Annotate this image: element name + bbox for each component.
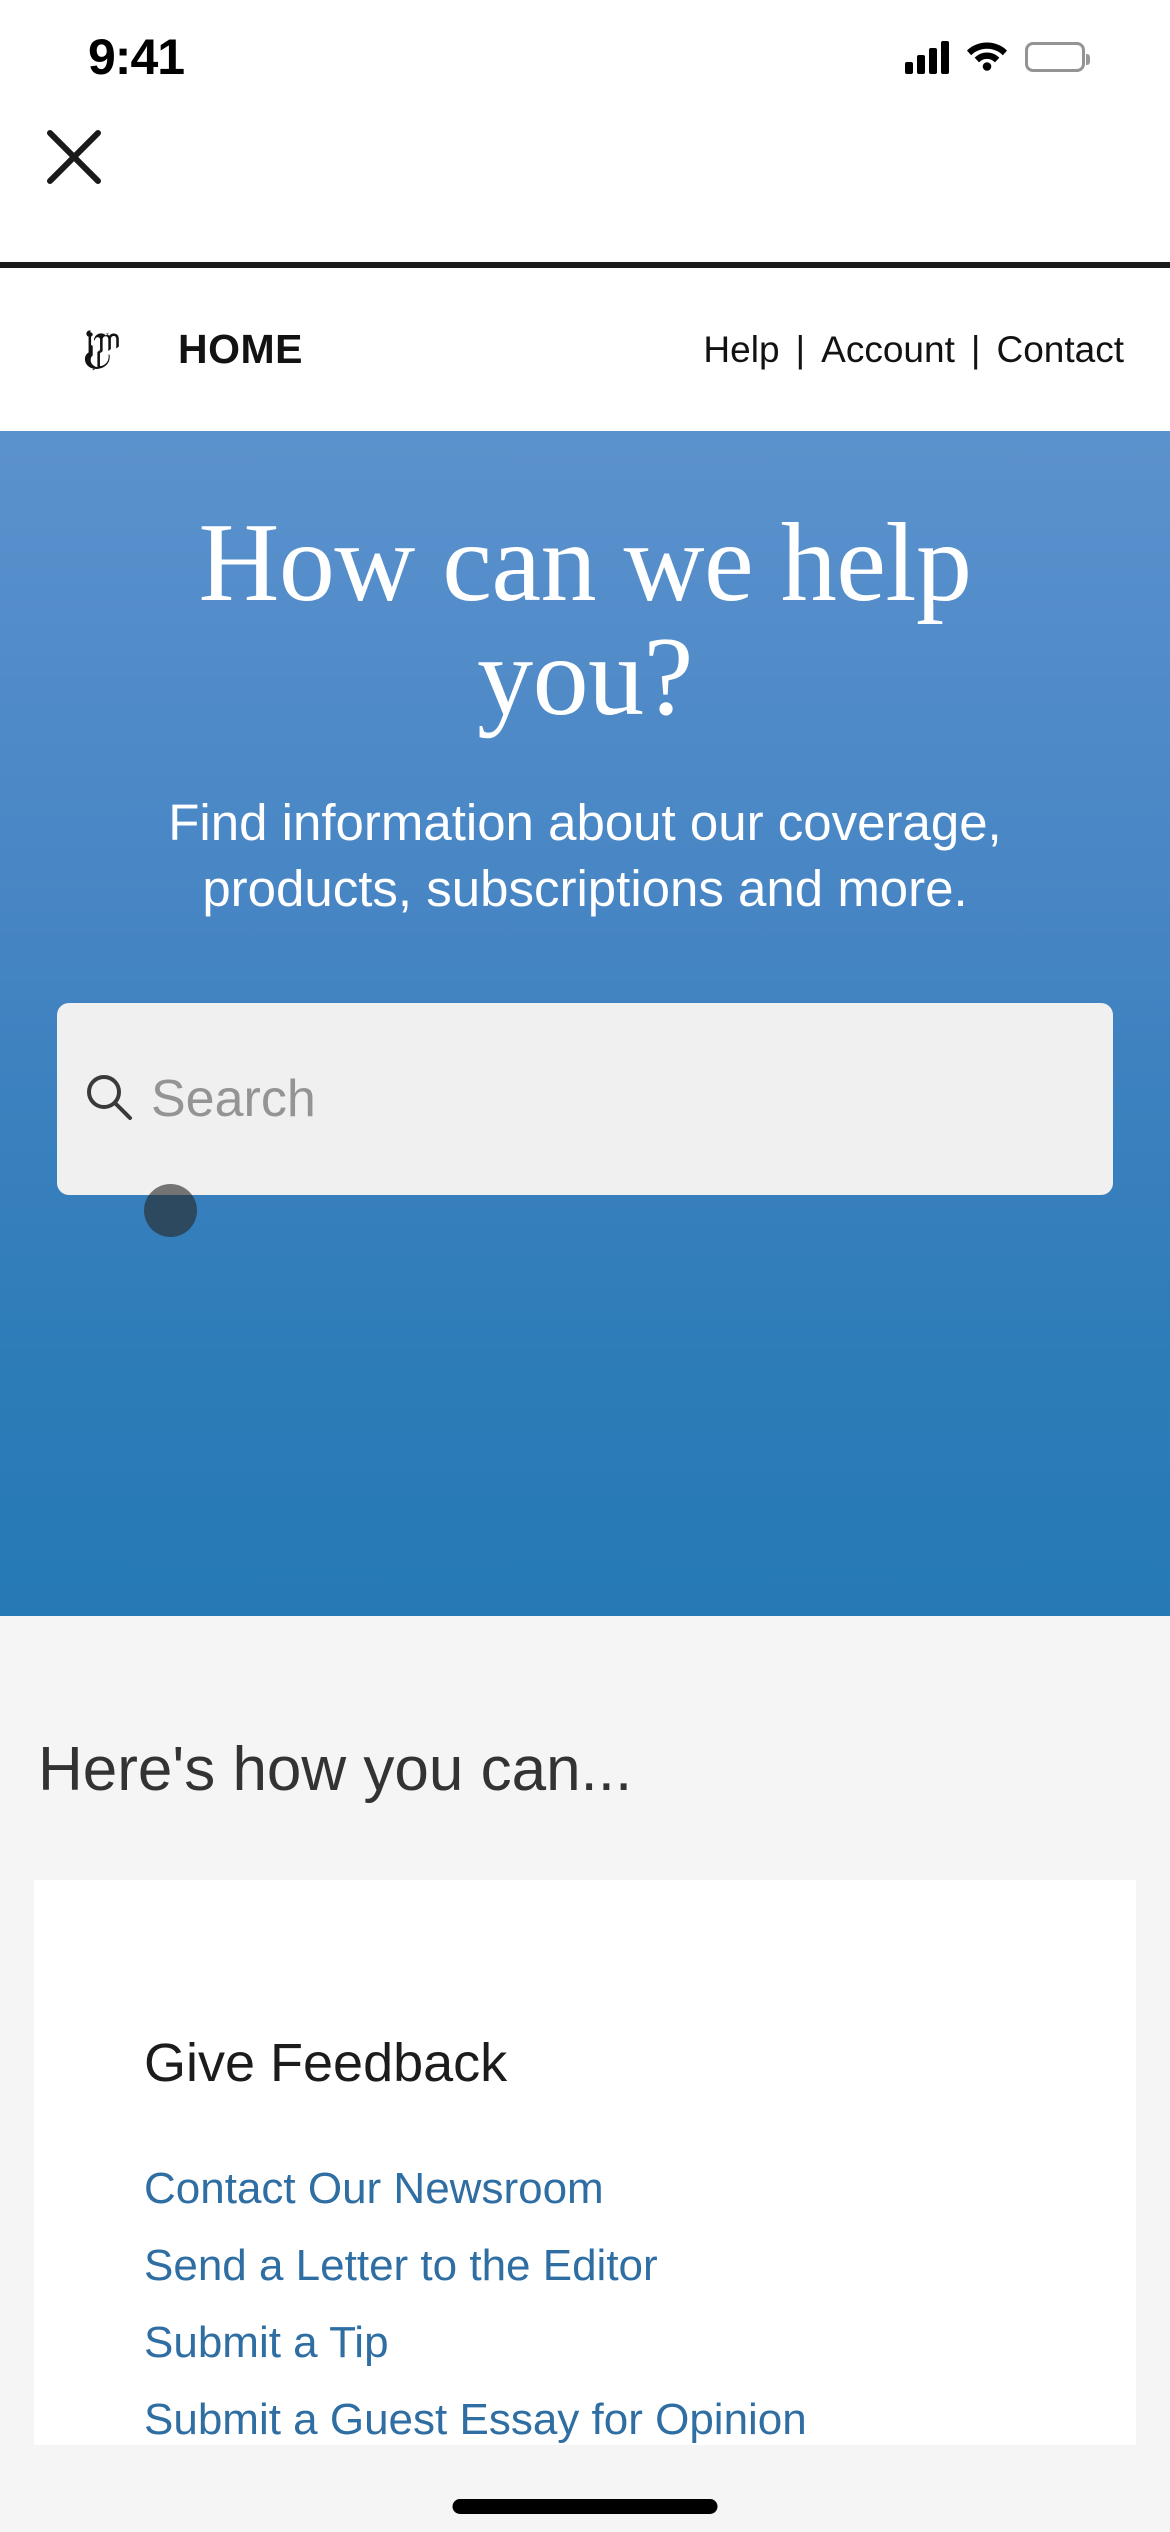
link-submit-a-tip[interactable]: Submit a Tip (144, 2318, 1136, 2368)
wifi-icon (965, 37, 1009, 76)
nyt-t-logo-icon[interactable] (80, 321, 138, 379)
link-contact-our-newsroom[interactable]: Contact Our Newsroom (144, 2164, 1136, 2214)
home-indicator-bar[interactable] (452, 2499, 718, 2514)
nav-link-contact[interactable]: Contact (994, 329, 1126, 371)
search-wrapper: Search (57, 1003, 1113, 1237)
card-title: Give Feedback (144, 2033, 508, 2093)
status-bar-icons (905, 37, 1090, 76)
hero-title-line-2: you? (477, 615, 693, 740)
nav-link-help[interactable]: Help (701, 329, 781, 371)
hero-subtitle: Find information about our coverage, pro… (168, 794, 1002, 917)
hero-section: How can we help you? Find information ab… (0, 431, 1170, 1616)
site-header: HOME Help | Account | Contact (0, 268, 1170, 431)
nav-separator-1: | (795, 328, 806, 370)
section-title: Here's how you can... (38, 1735, 633, 1804)
modal-close-bar (0, 105, 1170, 268)
hero-title: How can we help you? (55, 501, 1115, 740)
card-link-list: Contact Our Newsroom Send a Letter to th… (144, 2164, 1136, 2445)
close-x-icon[interactable] (44, 127, 104, 187)
give-feedback-card: Give Feedback Contact Our Newsroom Send … (34, 1880, 1136, 2445)
link-submit-a-guest-essay-for-opinion[interactable]: Submit a Guest Essay for Opinion (144, 2395, 1136, 2445)
search-input[interactable]: Search (57, 1003, 1113, 1195)
status-bar: 9:41 (0, 0, 1170, 105)
nav-link-account[interactable]: Account (819, 329, 957, 371)
search-placeholder: Search (151, 1070, 316, 1128)
status-bar-time: 9:41 (88, 28, 185, 85)
home-label: HOME (178, 326, 303, 372)
link-send-a-letter-to-the-editor[interactable]: Send a Letter to the Editor (144, 2241, 1136, 2291)
hero-title-line-1: How can we help (198, 501, 972, 625)
battery-full-icon (1025, 41, 1090, 72)
cellular-signal-icon (905, 40, 949, 74)
nav-separator-2: | (970, 328, 981, 370)
header-links: Help | Account | Contact (701, 329, 1126, 371)
search-magnifier-icon (83, 1071, 151, 1128)
header-brand[interactable]: HOME (80, 321, 303, 379)
how-you-can-section: Here's how you can... Give Feedback Cont… (0, 1616, 1170, 2532)
